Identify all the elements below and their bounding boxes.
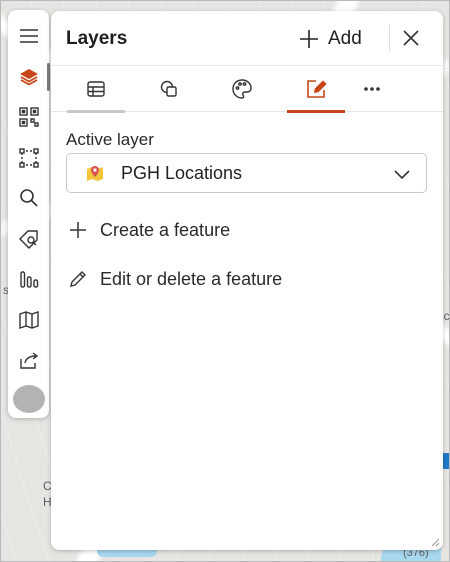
plus-icon [300, 30, 318, 48]
bar-chart-icon [19, 271, 38, 288]
plus-icon [70, 222, 86, 238]
edit-feature-icon [307, 80, 327, 98]
palette-icon [232, 79, 252, 99]
create-feature-button[interactable]: Create a feature [68, 216, 230, 244]
menu-button[interactable] [8, 16, 49, 57]
tab-style[interactable] [214, 66, 270, 112]
panel-tabs [51, 65, 443, 113]
pencil-icon [70, 271, 86, 287]
active-layer-label: Active layer [66, 130, 154, 149]
active-layer-value: PGH Locations [121, 162, 243, 183]
share-icon [19, 352, 38, 369]
add-button[interactable]: Add [299, 25, 362, 53]
tab-shapes[interactable] [141, 66, 197, 112]
chart-button[interactable] [8, 259, 49, 300]
close-button[interactable] [399, 26, 423, 50]
share-button[interactable] [8, 340, 49, 381]
table-icon [87, 81, 105, 97]
panel-title: Layers [66, 28, 128, 49]
avatar[interactable] [12, 384, 45, 413]
add-button-label: Add [328, 28, 362, 49]
tag-search-icon [18, 230, 38, 249]
tab-table[interactable] [67, 66, 125, 113]
qr-code-icon [18, 107, 39, 127]
map-toolbar [8, 10, 50, 418]
layers-button[interactable] [8, 57, 50, 98]
tab-more[interactable] [344, 66, 400, 112]
menu-icon [19, 29, 38, 44]
panel-header: Layers Add [51, 11, 443, 65]
more-icon [364, 87, 380, 91]
point-layer-icon [87, 166, 103, 181]
chevron-down-icon [394, 170, 410, 180]
qr-code-button[interactable] [8, 97, 49, 138]
tab-hover-underline [67, 110, 125, 113]
basemap-button[interactable] [8, 300, 49, 341]
resize-handle-icon[interactable] [428, 535, 440, 547]
create-feature-label: Create a feature [100, 219, 231, 240]
header-divider [389, 25, 390, 51]
select-area-icon [18, 148, 39, 168]
layers-icon [19, 68, 38, 86]
tab-edit[interactable] [287, 66, 345, 113]
tag-search-button[interactable] [8, 219, 49, 260]
layers-panel: Layers Add Active layer PGH Locations Cr… [51, 11, 443, 550]
search-button[interactable] [8, 178, 49, 219]
active-layer-select[interactable]: PGH Locations [66, 153, 427, 193]
search-icon [19, 189, 38, 207]
shapes-icon [160, 80, 177, 97]
edit-feature-label: Edit or delete a feature [100, 268, 283, 289]
tab-selected-underline [287, 110, 345, 113]
map-icon [18, 310, 39, 329]
edit-feature-button[interactable]: Edit or delete a feature [68, 265, 282, 293]
close-icon [403, 30, 419, 46]
select-area-button[interactable] [8, 138, 49, 179]
